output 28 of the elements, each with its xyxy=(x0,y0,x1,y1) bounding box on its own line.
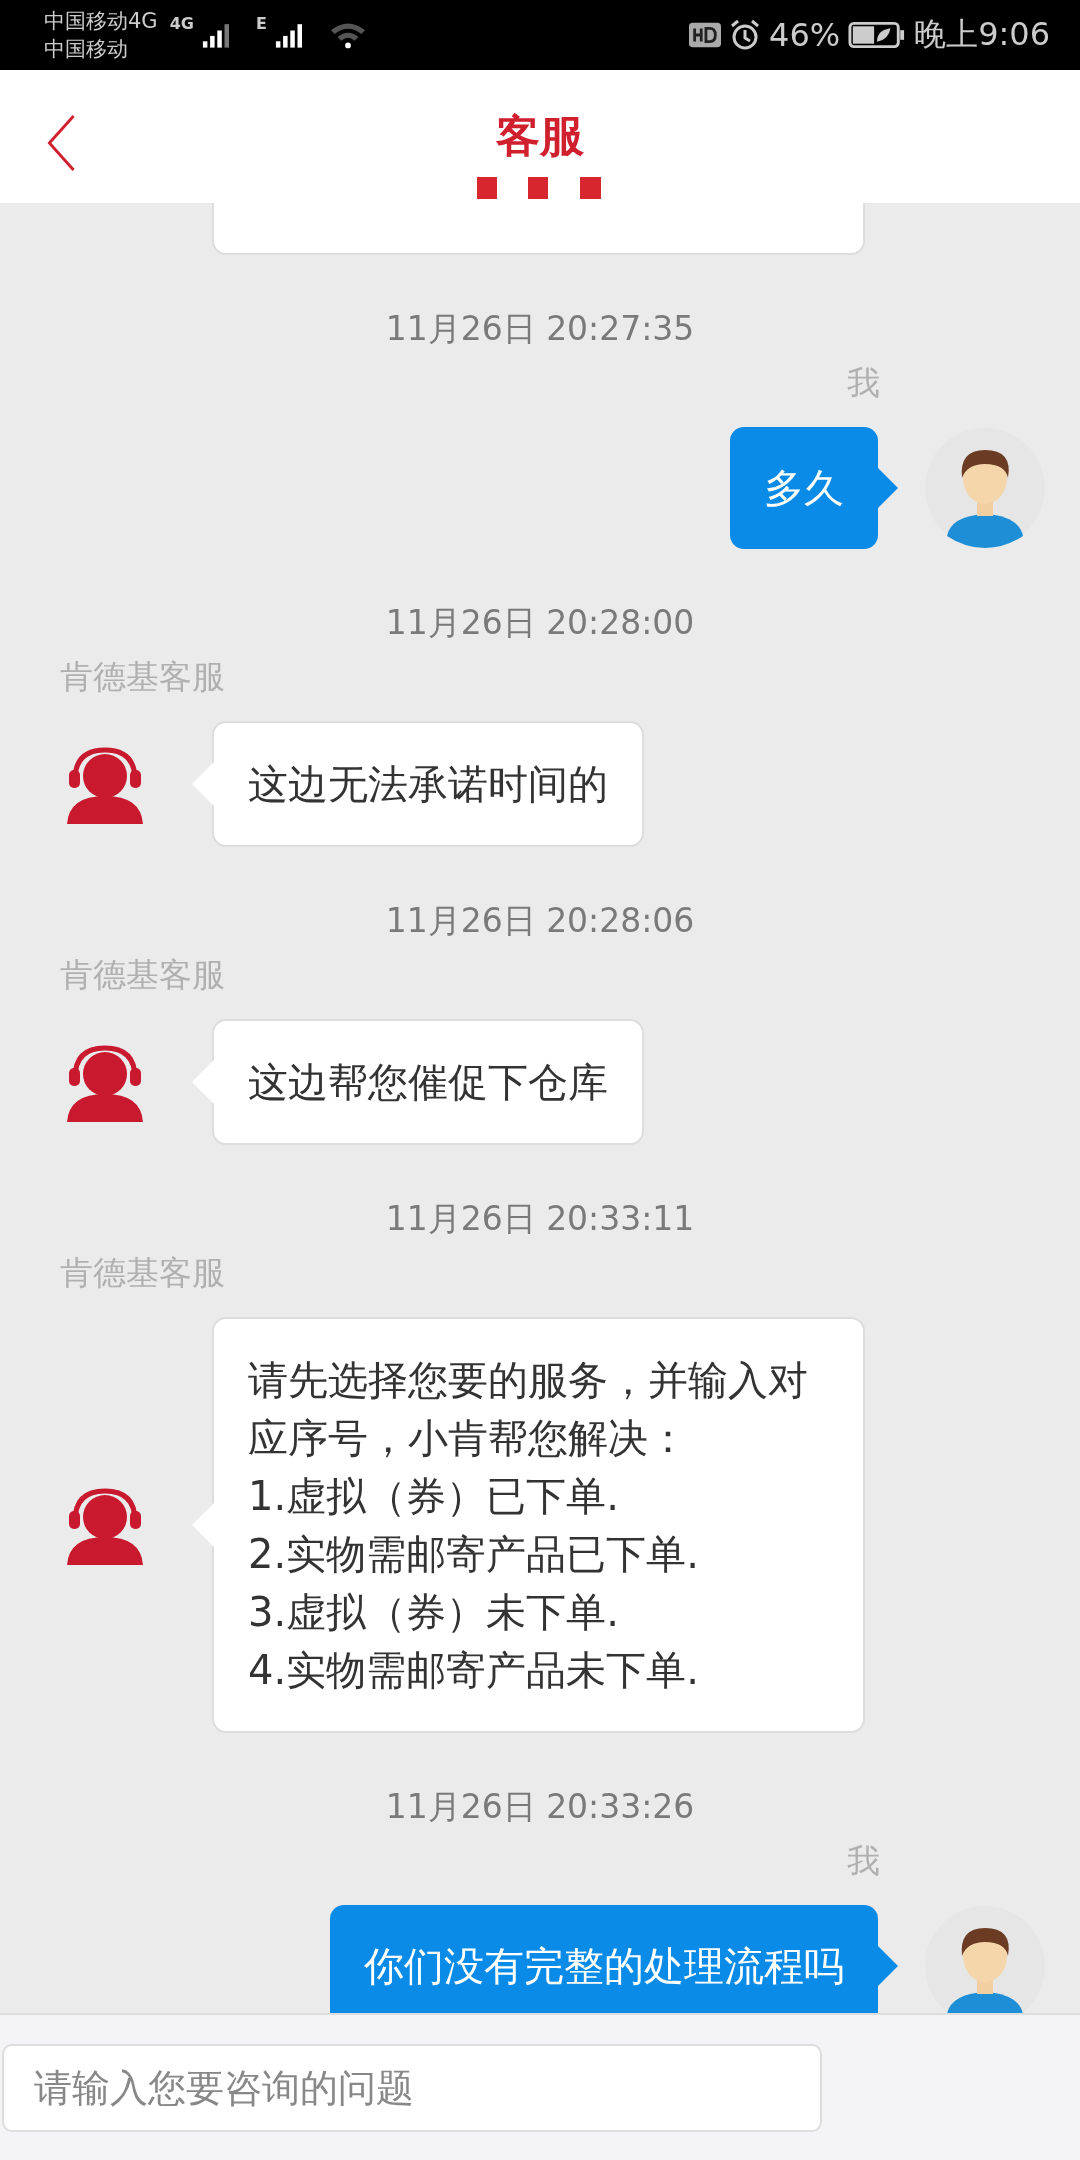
page-title: 客服 xyxy=(496,109,584,163)
message-text: 这边帮您催促下仓库 xyxy=(248,1058,608,1107)
message-input[interactable]: 请输入您要咨询的问题 xyxy=(2,2043,822,2132)
message-text: 这边无法承诺时间的 xyxy=(248,760,608,809)
network-type: E xyxy=(255,14,267,33)
alarm-icon xyxy=(729,19,761,51)
timestamp: 11月26日 20:28:06 xyxy=(384,900,696,942)
timestamp: 11月26日 20:27:35 xyxy=(384,308,696,350)
sender-name: 肯德基客服 xyxy=(60,656,225,698)
message-text: 多久 xyxy=(764,464,844,513)
sender-name: 肯德基客服 xyxy=(60,954,225,996)
timestamp: 11月26日 20:28:00 xyxy=(384,602,696,644)
sender-name: 我 xyxy=(847,362,880,404)
message-text: 请先选择您要的服务，并输入对应序号，小肯帮您解决： 1.虚拟（券）已下单. 2.实物需邮寄产品已下单. 3.虚拟（券）未下单. 4.实物需邮寄产品未下单. xyxy=(248,1356,809,1695)
battery-icon xyxy=(848,20,907,50)
carrier-name: 中国移动4G xyxy=(44,8,158,35)
timestamp: 11月26日 20:33:26 xyxy=(384,1786,696,1828)
clock-time: 晚上9:06 xyxy=(914,14,1050,55)
back-icon[interactable] xyxy=(46,114,76,172)
carrier-name: 中国移动 xyxy=(44,36,129,63)
hd-icon xyxy=(689,20,721,50)
timestamp: 11月26日 20:33:11 xyxy=(384,1198,696,1240)
dots-indicator-icon xyxy=(477,177,601,199)
network-type: 4G xyxy=(169,14,194,33)
sender-name: 我 xyxy=(847,1840,880,1882)
sender-name: 肯德基客服 xyxy=(60,1252,225,1294)
message-text: 你们没有完整的处理流程吗 xyxy=(364,1942,844,1991)
battery-percent: 46% xyxy=(769,16,841,54)
